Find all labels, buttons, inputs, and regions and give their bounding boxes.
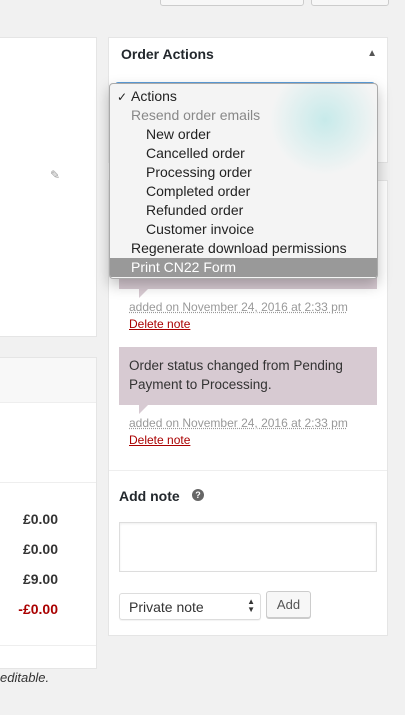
total-value: -£0.00 (18, 601, 58, 617)
total-value: £0.00 (22, 511, 58, 527)
dropdown-option[interactable]: Customer invoice (110, 220, 377, 239)
note-textarea[interactable] (119, 522, 377, 572)
pencil-icon[interactable]: ✎ (50, 168, 60, 182)
dropdown-option[interactable]: Completed order (110, 182, 377, 201)
top-toolbar-button[interactable] (311, 0, 389, 6)
add-note-title: Add note (119, 488, 180, 504)
dropdown-option-print-cn22[interactable]: Print CN22 Form (110, 258, 377, 277)
total-value: £0.00 (22, 541, 58, 557)
dropdown-option-actions[interactable]: ✓ Actions (110, 87, 377, 106)
delete-note-link[interactable]: Delete note (129, 317, 190, 331)
box-title: Order Actions (121, 46, 214, 62)
dropdown-option-regenerate[interactable]: Regenerate download permissions (110, 239, 377, 258)
note-tail (139, 289, 148, 298)
delete-note-link[interactable]: Delete note (129, 433, 190, 447)
order-items-panel: £0.00 £0.00 £9.00 -£0.00 editable. (0, 357, 97, 685)
total-value: £9.00 (22, 571, 58, 587)
help-icon[interactable]: ? (192, 489, 204, 501)
divider (0, 645, 96, 646)
note-bubble: Order status changed from Pending Paymen… (119, 347, 377, 405)
dropdown-option[interactable]: Processing order (110, 163, 377, 182)
note-type-select[interactable]: Private note ▲ ▼ (119, 593, 261, 620)
checkmark-icon: ✓ (117, 90, 128, 104)
select-arrows-icon: ▲ ▼ (247, 597, 255, 614)
footer-text: editable. (0, 670, 50, 685)
dropdown-option[interactable]: Cancelled order (110, 144, 377, 163)
top-toolbar-button[interactable] (160, 0, 304, 6)
dropdown-option[interactable]: Refunded order (110, 201, 377, 220)
add-note-button[interactable]: Add (266, 591, 311, 618)
items-header (0, 358, 96, 403)
note-text: Order status changed from Pending Paymen… (129, 358, 343, 392)
note-meta: added on November 24, 2016 at 2:33 pm (129, 300, 348, 314)
divider (109, 470, 387, 471)
dropdown-option[interactable]: New order (110, 125, 377, 144)
note-meta: added on November 24, 2016 at 2:33 pm (129, 416, 348, 430)
dropdown-group-label: Resend order emails (131, 107, 261, 123)
note-tail (139, 405, 148, 414)
order-details-panel: ✎ (0, 37, 97, 337)
divider (0, 482, 96, 483)
actions-dropdown-menu[interactable]: ✓ Actions Resend order emails New order C… (109, 83, 378, 279)
collapse-arrow-icon[interactable]: ▲ (367, 48, 377, 59)
note-type-value: Private note (129, 599, 204, 615)
